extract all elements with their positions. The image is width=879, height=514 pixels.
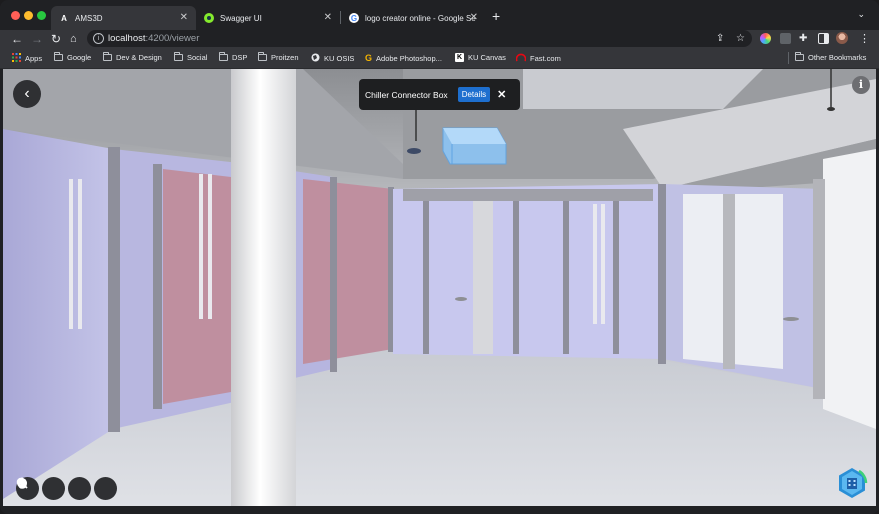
browser-toolbar: ← → ↻ ⌂ i localhost:4200/viewer ⇪ ☆ ✚ ⋮ <box>0 30 879 48</box>
back-button[interactable]: ‹ <box>13 80 41 108</box>
folder-icon <box>795 52 804 61</box>
zoom-window-button[interactable] <box>37 11 46 20</box>
bookmark-ku-canvas[interactable]: K KU Canvas <box>455 53 506 62</box>
fast-icon <box>515 53 527 64</box>
bookmark-label: Social <box>187 53 208 62</box>
side-panel-icon[interactable] <box>818 33 829 44</box>
bookmarks-separator <box>788 52 789 64</box>
bookmark-star-icon[interactable]: ☆ <box>736 30 745 47</box>
bookmark-label: Adobe Photoshop... <box>376 53 442 63</box>
bookmark-fast[interactable]: Fast.com <box>515 53 561 64</box>
tab-title: logo creator online - Google Se <box>365 13 476 23</box>
tab-close-icon[interactable]: ✕ <box>324 12 332 23</box>
bookmark-label: Dev & Design <box>116 53 162 62</box>
tab-strip: A AMS3D ✕ Swagger UI ✕ G logo creator on… <box>0 0 879 30</box>
bookmark-label: KU Canvas <box>468 53 506 62</box>
bookmark-adobe-photoshop[interactable]: G Adobe Photoshop... <box>365 53 442 63</box>
ams3d-favicon-icon: A <box>61 13 67 23</box>
bookmark-other[interactable]: Other Bookmarks <box>795 52 867 62</box>
back-arrow-icon[interactable]: ← <box>11 31 23 47</box>
bookmark-label: Fast.com <box>530 54 561 63</box>
address-bar[interactable]: i localhost:4200/viewer ⇪ ☆ <box>87 30 752 47</box>
tab-close-icon[interactable]: ✕ <box>470 12 478 23</box>
url-text: localhost:4200/viewer <box>108 30 199 47</box>
url-host: localhost <box>108 33 146 44</box>
folder-icon <box>174 52 183 61</box>
bookmark-dev-design[interactable]: Dev & Design <box>103 52 162 62</box>
browser-window: A AMS3D ✕ Swagger UI ✕ G logo creator on… <box>0 0 879 514</box>
3d-viewer-canvas[interactable]: ‹ i Chiller Connector Box Details ✕ <box>3 69 876 506</box>
bookmark-label: Proitzen <box>271 53 299 62</box>
share-icon[interactable]: ⇪ <box>716 30 724 47</box>
tab-ams3d[interactable]: A AMS3D ✕ <box>51 6 196 30</box>
close-icon[interactable]: ✕ <box>497 88 506 101</box>
viewer-toolbar <box>16 477 117 500</box>
extensions-puzzle-icon[interactable]: ✚ <box>799 31 807 47</box>
svg-text:G: G <box>351 14 357 23</box>
details-button[interactable]: Details <box>457 87 491 102</box>
g-icon: G <box>365 53 373 63</box>
selected-object-popup: Chiller Connector Box Details ✕ <box>359 79 520 110</box>
popup-title: Chiller Connector Box <box>365 89 448 100</box>
forward-arrow-icon[interactable]: → <box>31 31 43 47</box>
bookmark-label: Google <box>67 53 92 62</box>
profile-avatar[interactable] <box>836 32 848 44</box>
bookmark-ku-osis[interactable]: KU OSIS <box>311 53 354 64</box>
extension-colorful-icon[interactable] <box>760 33 771 44</box>
bookmark-social[interactable]: Social <box>174 52 208 62</box>
folder-icon <box>258 52 267 61</box>
bookmark-apps[interactable]: Apps <box>12 53 42 64</box>
chevron-left-icon: ‹ <box>24 85 30 102</box>
bookmark-label: KU OSIS <box>324 54 355 63</box>
globe-icon <box>311 53 320 64</box>
site-info-icon[interactable]: i <box>93 33 104 44</box>
extension-grey-icon[interactable] <box>780 33 791 44</box>
zoom-icon[interactable] <box>16 477 91 500</box>
info-button[interactable]: i <box>852 76 870 94</box>
browser-menu-icon[interactable]: ⋮ <box>859 31 870 47</box>
swagger-icon <box>204 13 214 23</box>
bookmarks-bar: Apps Google Dev & Design Social DSP Proi… <box>0 48 879 69</box>
person-walk-icon[interactable] <box>20 477 117 500</box>
bookmark-dsp[interactable]: DSP <box>219 52 248 62</box>
k-icon: K <box>455 53 464 62</box>
tab-swagger[interactable]: Swagger UI ✕ <box>196 6 340 30</box>
bookmark-label: DSP <box>232 53 248 62</box>
home-icon[interactable]: ⌂ <box>70 31 77 47</box>
minimize-window-button[interactable] <box>24 11 33 20</box>
building-interior-render <box>3 69 876 506</box>
hand-pan-icon[interactable] <box>18 477 65 500</box>
tab-google-search[interactable]: G logo creator online - Google Se ✕ <box>341 6 486 30</box>
url-path: :4200/viewer <box>145 33 200 44</box>
google-icon: G <box>349 13 359 23</box>
bookmark-google[interactable]: Google <box>54 52 92 62</box>
bookmark-proitzen[interactable]: Proitzen <box>258 52 299 62</box>
apps-grid-icon <box>12 53 21 64</box>
tab-title: Swagger UI <box>220 13 262 23</box>
bookmark-label: Apps <box>25 54 43 63</box>
folder-icon <box>219 52 228 61</box>
tab-title: AMS3D <box>75 13 103 23</box>
bookmark-label: Other Bookmarks <box>808 53 867 62</box>
reload-icon[interactable]: ↻ <box>51 31 61 47</box>
tab-close-icon[interactable]: ✕ <box>180 12 188 23</box>
folder-icon <box>54 52 63 61</box>
new-tab-button[interactable]: + <box>492 8 500 24</box>
ams3d-logo-icon <box>836 467 868 499</box>
close-window-button[interactable] <box>11 11 20 20</box>
folder-icon <box>103 52 112 61</box>
tab-search-chevron-icon[interactable]: ⌄ <box>857 9 865 20</box>
